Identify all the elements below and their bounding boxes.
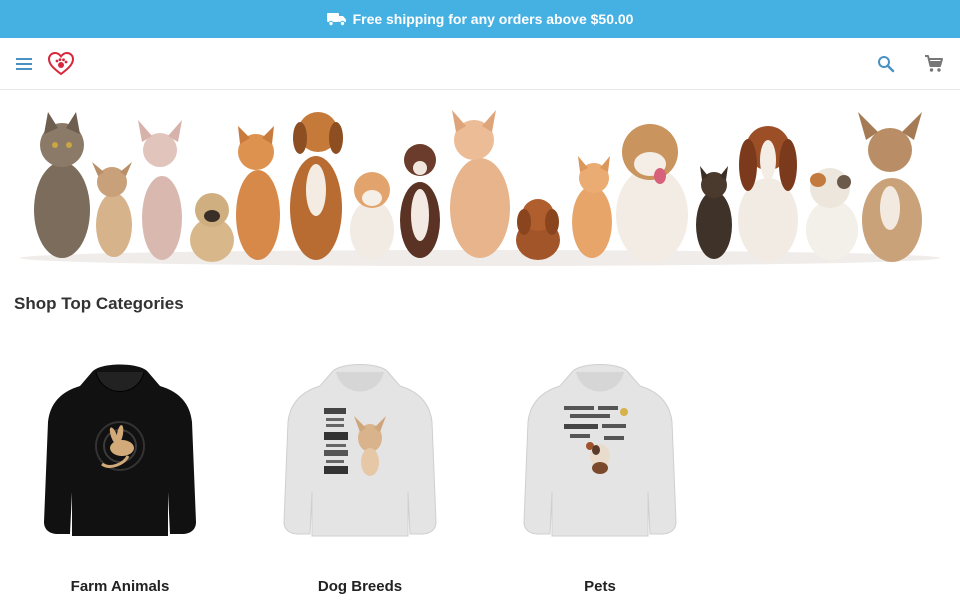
category-pets[interactable]: Pets	[500, 352, 700, 600]
category-image[interactable]	[280, 352, 440, 552]
bulldog	[616, 124, 688, 263]
category-label[interactable]: Pets	[500, 578, 700, 595]
promo-text: Free shipping for any orders above $50.0…	[352, 11, 634, 27]
pug-dog	[190, 193, 234, 262]
chihuahua-dog	[92, 162, 132, 257]
orange-cat	[236, 126, 280, 260]
section-title: Shop Top Categories	[14, 294, 184, 313]
brown-dog	[290, 112, 343, 260]
hero-pets-banner	[0, 90, 960, 275]
cavalier-puppy	[516, 199, 560, 260]
tabby-cat	[34, 112, 90, 258]
category-image[interactable]	[40, 352, 200, 552]
truck-icon	[326, 12, 347, 26]
category-label[interactable]: Dog Breeds	[260, 578, 460, 595]
ginger-kitten	[572, 156, 612, 258]
tortoiseshell-kitten	[696, 166, 732, 259]
heart-paw-logo[interactable]	[47, 51, 75, 77]
french-bulldog	[858, 112, 922, 262]
exotic-cat	[350, 172, 394, 260]
basset-hound	[738, 126, 798, 262]
category-farm-animals[interactable]: Farm Animals	[20, 352, 220, 600]
category-image[interactable]	[520, 352, 680, 552]
sphynx-cat	[138, 120, 182, 260]
menu-icon[interactable]	[14, 54, 36, 74]
category-label[interactable]: Farm Animals	[20, 578, 220, 595]
cream-cat	[450, 110, 510, 258]
cart-icon[interactable]	[922, 52, 946, 76]
category-dog-breeds[interactable]: Dog Breeds	[260, 352, 460, 600]
site-header	[0, 38, 960, 90]
persian-cat	[806, 168, 858, 260]
promo-banner: Free shipping for any orders above $50.0…	[0, 0, 960, 38]
long-hair-chihuahua	[400, 144, 440, 258]
search-icon[interactable]	[874, 52, 898, 76]
